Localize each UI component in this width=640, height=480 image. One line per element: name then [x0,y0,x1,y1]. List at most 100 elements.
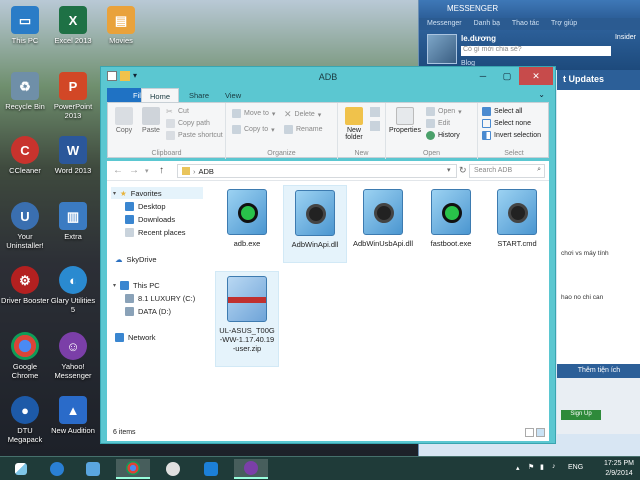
desktop-icon-ccleaner[interactable]: C CCleaner [0,136,50,175]
title-bar[interactable]: ▾ ADB ─ ▢ ✕ [101,67,555,87]
language-indicator[interactable]: ENG [568,464,583,471]
file-item[interactable]: adb.exe [215,185,279,248]
desktop-icon-your-uninstaller[interactable]: U Your Uninstaller! [0,202,50,250]
menu-contacts[interactable]: Danh bạ [474,20,500,27]
desktop-icon-recycle-bin[interactable]: ♻ Recycle Bin [0,72,50,111]
taskbar-audition[interactable] [156,459,190,479]
maximize-button[interactable]: ▢ [495,67,519,85]
downloads-icon [125,215,134,224]
explorer-window[interactable]: ▾ ADB ─ ▢ ✕ File Home Share View ⌄ Copy … [100,66,556,444]
desktop-icon-yahoo-messenger[interactable]: ☺ Yahoo! Messenger [48,332,98,380]
chevron-down-icon[interactable]: ▾ [447,166,451,174]
menu-messenger[interactable]: Messenger [427,20,462,27]
nav-favorites[interactable]: ▾ ★ Favorites [113,189,162,198]
desktop-icon-driver-booster[interactable]: ⚙ Driver Booster [0,266,50,305]
easy-access-icon[interactable] [370,121,380,131]
back-arrow-icon[interactable]: ← [113,165,123,176]
desktop-icon-new-audition[interactable]: ▲ New Audition [48,396,98,435]
chevron-right-icon: › [193,167,196,176]
clock-time[interactable]: 17:25 PM [602,460,636,467]
desktop-icon-extra[interactable]: ▥ Extra [48,202,98,241]
copy-button[interactable]: Copy [112,107,136,134]
close-button[interactable]: ✕ [519,67,553,85]
file-item[interactable]: UL-ASUS_T00G-WW-1.17.40.19-user.zip [215,271,279,367]
paste-button[interactable]: Paste [138,107,164,134]
desktop-icon-this-pc[interactable]: ▭ This PC [0,6,50,45]
details-view-icon[interactable] [525,428,534,437]
tab-view[interactable]: View [217,88,249,102]
desktop-icon-google-chrome[interactable]: Google Chrome [0,332,50,380]
nav-drive-c[interactable]: 8.1 LUXURY (C:) [125,294,195,303]
select-all-icon [482,107,491,116]
open-button[interactable]: Open ▾ [426,107,462,116]
copy-path-button[interactable]: Copy path [166,119,210,128]
avatar[interactable] [427,34,457,64]
rename-button[interactable]: Rename [284,125,322,134]
edit-button[interactable]: Edit [426,119,450,128]
new-item-icon[interactable] [370,107,380,117]
history-button[interactable]: History [426,131,460,140]
insider-link[interactable]: Insider [615,34,636,41]
nav-recent-places[interactable]: Recent places [125,228,186,237]
nav-network[interactable]: Network [115,333,156,342]
search-input[interactable]: Search ADB ⌕ [469,164,545,178]
nav-drive-d[interactable]: DATA (D:) [125,307,171,316]
clock-date[interactable]: 2/9/2014 [602,470,636,477]
file-item[interactable]: fastboot.exe [419,185,483,248]
desktop-icon-movies[interactable]: ▤ Movies [96,6,146,45]
address-bar[interactable]: › ADB [177,164,457,178]
chevron-down-icon[interactable]: ▾ [145,167,149,175]
file-item[interactable]: AdbWinApi.dll [283,185,347,263]
flag-icon[interactable]: ⚑ [528,463,534,471]
menu-help[interactable]: Trợ giúp [551,20,577,27]
desktop-icon-glary-utilities[interactable]: ◐ Glary Utilities 5 [48,266,98,314]
chevron-up-icon[interactable]: ▴ [516,464,520,472]
excel-icon: X [59,6,87,34]
taskbar-teamviewer[interactable] [194,459,228,479]
add-plugins-button[interactable]: Thêm tiện ích [557,364,640,378]
network-icon[interactable]: ▮ [540,463,544,471]
tab-share[interactable]: Share [181,88,217,102]
desktop-icon-excel[interactable]: X Excel 2013 [48,6,98,45]
move-to-button[interactable]: Move to ▾ [232,109,275,118]
username[interactable]: le.dương [461,34,496,43]
delete-button[interactable]: ✕ Delete ▾ [284,109,321,120]
invert-selection-button[interactable]: Invert selection [482,131,541,140]
desktop-icon-word[interactable]: W Word 2013 [48,136,98,175]
cut-button[interactable]: ✂ Cut [166,107,189,116]
volume-icon[interactable]: ♪ [552,463,556,470]
file-item[interactable]: AdbWinUsbApi.dll [351,185,415,248]
scissors-icon: ✂ [166,107,173,116]
new-folder-button[interactable]: New folder [340,107,368,141]
minimize-button[interactable]: ─ [471,67,495,85]
select-group: Select all Select none Invert selection … [478,103,550,159]
forward-arrow-icon[interactable]: → [129,165,139,176]
status-bar: 6 items [107,425,549,441]
copy-to-button[interactable]: Copy to ▾ [232,125,275,134]
paste-shortcut-button[interactable]: Paste shortcut [166,131,223,140]
nav-downloads[interactable]: Downloads [125,215,175,224]
desktop-icon-powerpoint[interactable]: P PowerPoint 2013 [48,72,98,120]
nav-desktop[interactable]: Desktop [125,202,166,211]
nav-this-pc[interactable]: ▾ This PC [113,281,160,290]
desktop-icon-dtu-megapack[interactable]: ● DTU Megapack [0,396,50,444]
taskbar-explorer[interactable] [76,459,110,479]
up-arrow-icon[interactable]: ↑ [159,165,164,176]
refresh-icon[interactable]: ↻ [459,165,467,176]
start-button[interactable] [4,459,38,479]
large-icons-view-icon[interactable] [536,428,545,437]
file-item[interactable]: START.cmd [485,185,549,248]
signup-button[interactable]: Sign Up [561,410,601,420]
menu-actions[interactable]: Thao tác [512,20,539,27]
taskbar-ie[interactable] [40,459,74,479]
tab-home[interactable]: Home [141,88,180,102]
taskbar-chrome[interactable] [116,459,150,479]
chevron-down-icon[interactable]: ⌄ [538,90,545,99]
taskbar-yahoo-messenger[interactable] [234,459,268,479]
cmd-gear-icon [497,189,537,235]
properties-button[interactable]: Properties [388,107,422,134]
select-all-button[interactable]: Select all [482,107,522,116]
nav-skydrive[interactable]: ☁ SkyDrive [115,255,157,264]
select-none-button[interactable]: Select none [482,119,531,128]
status-input[interactable]: Có gì mới chia sẻ? [461,46,611,56]
